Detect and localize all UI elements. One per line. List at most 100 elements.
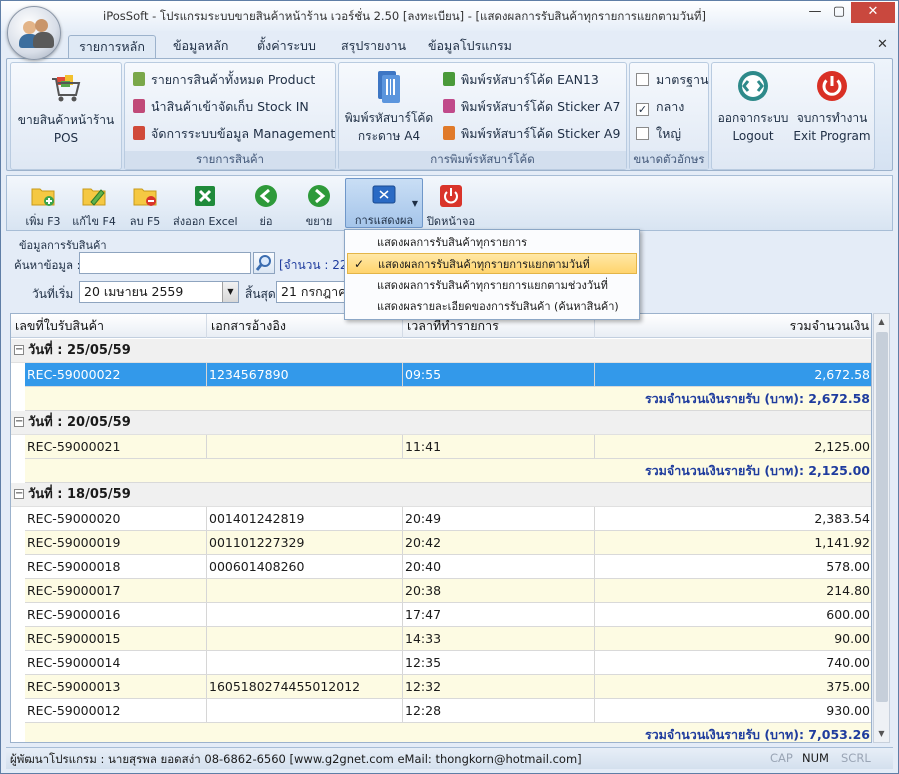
maximize-button[interactable]: ▢ <box>827 2 851 23</box>
menu-item-by-date[interactable]: ✓ แสดงผลการรับสินค้าทุกรายการแยกตามวันที่ <box>347 253 637 274</box>
search-icon[interactable] <box>253 252 275 274</box>
sticker-a9-icon <box>443 126 455 140</box>
tab-master-data[interactable]: ข้อมูลหลัก <box>167 35 234 58</box>
collapse-toggle-icon[interactable]: − <box>14 417 24 427</box>
receipt-no-cell: REC-59000019 <box>25 531 207 554</box>
receipt-no-cell: REC-59000022 <box>25 363 207 386</box>
time-cell: 12:35 <box>403 651 595 674</box>
table-row[interactable]: REC-59000013 1605180274455012012 12:32 375.… <box>25 675 871 699</box>
collapse-toggle-icon[interactable]: − <box>14 345 24 355</box>
table-row[interactable]: REC-59000021 11:41 2,125.00 <box>25 435 871 459</box>
expand-label: ขยาย <box>305 215 333 228</box>
total-cell: 1,141.92 <box>814 535 870 550</box>
scroll-thumb[interactable] <box>876 332 888 702</box>
tab-main[interactable]: รายการหลัก <box>68 35 156 58</box>
col-receipt-no[interactable]: เลขที่ใบรับสินค้า <box>11 314 207 338</box>
table-row[interactable]: REC-59000015 14:33 90.00 <box>25 627 871 651</box>
menu-item-label: แสดงผลการรับสินค้าทุกรายการแยกตามวันที่ <box>378 258 590 271</box>
group-pos: ขายสินค้าหน้าร้าน POS <box>10 62 122 170</box>
receipt-no-cell: REC-59000015 <box>25 627 207 650</box>
display-mode-button[interactable]: การแสดงผล ▼ <box>345 178 423 228</box>
all-products-button[interactable]: รายการสินค้าทั้งหมด Product <box>133 70 315 90</box>
scroll-down-icon[interactable]: ▼ <box>874 726 889 742</box>
table-row[interactable]: REC-59000019 001101227329 20:42 1,141.92 <box>25 531 871 555</box>
table-row[interactable]: REC-59000012 12:28 930.00 <box>25 699 871 723</box>
checkbox-medium[interactable]: ✓ <box>636 103 649 116</box>
group-summary: รวมจำนวนเงินรายรับ (บาท): 2,672.58 <box>25 387 871 411</box>
receipt-no-cell: REC-59000017 <box>25 579 207 602</box>
export-excel-button[interactable]: ส่งออก Excel <box>173 180 238 230</box>
font-medium-checkbox[interactable]: ✓ กลาง <box>636 97 684 117</box>
sticker-a9-button[interactable]: พิมพ์รหัสบาร์โค้ด Sticker A9 <box>443 124 620 144</box>
ref-doc-cell: 1234567890 <box>207 363 403 386</box>
sticker-a7-button[interactable]: พิมพ์รหัสบาร์โค้ด Sticker A7 <box>443 97 620 117</box>
scroll-up-icon[interactable]: ▲ <box>874 314 889 330</box>
delete-button[interactable]: ลบ F5 <box>125 180 165 230</box>
ribbon-close-icon[interactable]: ✕ <box>877 37 888 52</box>
tab-settings[interactable]: ตั้งค่าระบบ <box>251 35 322 58</box>
logout-label-2: Logout <box>732 129 774 143</box>
close-screen-label: ปิดหน้าจอ <box>426 215 476 228</box>
checkbox-large[interactable] <box>636 127 649 140</box>
time-cell: 20:42 <box>403 531 595 554</box>
total-cell: 375.00 <box>826 679 870 694</box>
exit-label-1: จบการทำงาน <box>796 111 868 125</box>
management-button[interactable]: จัดการระบบข้อมูล Management <box>133 124 335 144</box>
start-date-value: 20 เมษายน 2559 <box>84 284 184 299</box>
font-medium-label: กลาง <box>656 99 685 114</box>
minimize-button[interactable]: — <box>803 2 827 23</box>
exit-program-button[interactable]: จบการทำงาน Exit Program <box>792 69 872 145</box>
table-row[interactable]: REC-59000014 12:35 740.00 <box>25 651 871 675</box>
edit-button[interactable]: แก้ไข F4 <box>69 180 119 230</box>
excel-icon <box>192 184 218 208</box>
close-button[interactable]: ✕ <box>851 2 895 23</box>
checkbox-standard[interactable] <box>636 73 649 86</box>
group-row[interactable]: − วันที่ : 25/05/59 <box>11 339 871 363</box>
delete-label: ลบ F5 <box>129 215 161 228</box>
tab-reports[interactable]: สรุปรายงาน <box>335 35 412 58</box>
ean13-button[interactable]: พิมพ์รหัสบาร์โค้ด EAN13 <box>443 70 599 90</box>
group-row[interactable]: − วันที่ : 20/05/59 <box>11 411 871 435</box>
font-standard-checkbox[interactable]: มาตรฐาน <box>636 70 709 90</box>
tab-program-info[interactable]: ข้อมูลโปรแกรม <box>422 35 518 58</box>
add-button[interactable]: เพิ่ม F3 <box>21 180 65 230</box>
ref-doc-cell <box>207 435 403 458</box>
vertical-scrollbar[interactable]: ▲ ▼ <box>873 313 890 743</box>
group-barcode: พิมพ์รหัสบาร์โค้ด กระดาษ A4 พิมพ์รหัสบาร… <box>338 62 627 170</box>
font-large-checkbox[interactable]: ใหญ่ <box>636 124 681 144</box>
table-row[interactable]: REC-59000018 000601408260 20:40 578.00 <box>25 555 871 579</box>
stock-in-button[interactable]: นำสินค้าเข้าจัดเก็บ Stock IN <box>133 97 309 117</box>
collapse-button[interactable]: ย่อ <box>253 180 279 230</box>
logout-button[interactable]: ออกจากระบบ Logout <box>714 69 792 145</box>
chevron-down-icon[interactable]: ▼ <box>222 282 238 302</box>
ref-doc-cell: 001401242819 <box>207 507 403 530</box>
total-cell: 578.00 <box>826 559 870 574</box>
start-date-label: วันที่เริ่ม <box>32 287 74 301</box>
collapse-toggle-icon[interactable]: − <box>14 489 24 499</box>
table-row[interactable]: REC-59000020 001401242819 20:49 2,383.54 <box>25 507 871 531</box>
ean13-icon <box>443 72 455 86</box>
search-input[interactable] <box>79 252 251 274</box>
group-date-label: วันที่ : 20/05/59 <box>28 415 131 430</box>
pos-button[interactable]: ขายสินค้าหน้าร้าน POS <box>11 71 121 147</box>
start-date-picker[interactable]: 20 เมษายน 2559 ▼ <box>79 281 239 303</box>
print-a4-button[interactable]: พิมพ์รหัสบาร์โค้ด กระดาษ A4 <box>341 69 437 145</box>
app-menu-icon[interactable] <box>7 6 61 60</box>
menu-item-by-date-range[interactable]: แสดงผลการรับสินค้าทุกรายการแยกตามช่วงวัน… <box>347 275 637 296</box>
num-indicator: NUM <box>802 751 829 765</box>
table-row[interactable]: REC-59000017 20:38 214.80 <box>25 579 871 603</box>
close-screen-button[interactable]: ปิดหน้าจอ <box>426 180 476 230</box>
group-row[interactable]: − วันที่ : 18/05/59 <box>11 483 871 507</box>
logout-label-1: ออกจากระบบ <box>717 111 789 125</box>
menu-item-all[interactable]: แสดงผลการรับสินค้าทุกรายการ <box>347 232 637 253</box>
all-products-label: รายการสินค้าทั้งหมด Product <box>151 72 316 87</box>
group-font-label: ขนาดตัวอักษร <box>630 151 708 169</box>
expand-button[interactable]: ขยาย <box>302 180 336 230</box>
menu-item-details[interactable]: แสดงผลรายละเอียดของการรับสินค้า (ค้นหาสิ… <box>347 296 637 317</box>
total-cell: 600.00 <box>826 607 870 622</box>
table-row[interactable]: REC-59000016 17:47 600.00 <box>25 603 871 627</box>
end-date-picker[interactable]: 21 กรกฎาค <box>276 281 346 303</box>
group-exit: ออกจากระบบ Logout จบการทำงาน Exit Progra… <box>711 62 875 170</box>
ref-doc-cell: 000601408260 <box>207 555 403 578</box>
table-row[interactable]: REC-59000022 1234567890 09:55 2,672.58 <box>25 363 871 387</box>
